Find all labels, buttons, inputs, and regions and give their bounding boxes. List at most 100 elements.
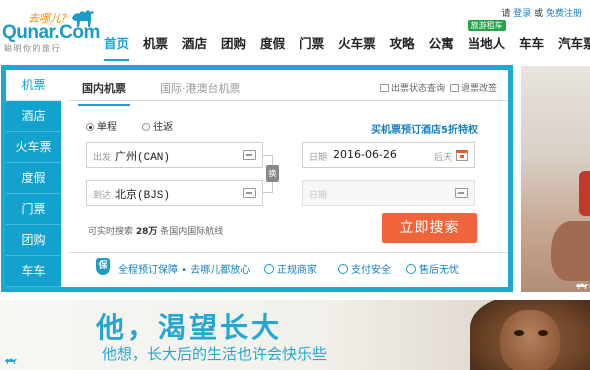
refund-label: 退票改签 <box>461 84 498 94</box>
calendar-icon[interactable] <box>456 150 468 161</box>
nav-item-label: 首页 <box>104 36 130 51</box>
sidebar-item[interactable]: 火车票 <box>6 132 61 163</box>
refund-link[interactable]: 退票改签 <box>450 81 497 94</box>
departure-date-label: 日期 <box>309 153 328 163</box>
route-count-prefix: 可实时搜索 <box>88 227 134 237</box>
nav-item-label: 机票 <box>143 36 169 51</box>
banner-photo <box>470 300 590 370</box>
logo-tagline: 聪明你的旅行 <box>4 44 61 53</box>
ticket-status-label: 出票状态查询 <box>391 84 446 94</box>
nav-item[interactable]: 火车票 <box>338 35 376 57</box>
sidebar-item[interactable]: 车车 <box>6 256 61 287</box>
nav-item-label: 度假 <box>260 36 286 51</box>
nav-item[interactable]: 汽车票 <box>558 35 590 57</box>
service-icon <box>406 264 416 274</box>
top-links-prefix: 请 <box>501 9 511 19</box>
guarantee-bar: 保 全程预订保障 • 去哪儿都放心 正规商家 支付安全 售后无忧 <box>68 252 508 282</box>
nav-badge: 旅游租车 <box>467 20 506 31</box>
sidebar-item[interactable]: 团购 <box>6 225 61 256</box>
guarantee-main-link[interactable]: 全程预订保障 • 去哪儿都放心 <box>118 261 250 276</box>
main-nav: 首页 机票 酒店 团购 度假 门票 火车票 攻略 公寓 当地人 旅游租车车车 汽车票 <box>104 20 590 61</box>
route-count-number: 28万 <box>135 227 158 237</box>
camel-watermark-icon <box>5 358 17 364</box>
register-link[interactable]: 免费注册 <box>546 9 582 19</box>
departure-date-hint: 后天 <box>433 153 452 163</box>
route-count-text: 可实时搜索 28万 条国内国际航线 <box>88 224 223 237</box>
nav-item-label: 当地人 <box>467 36 506 51</box>
document-icon <box>450 84 459 92</box>
banner-subtitle: 他想，长大后的生活也许会快乐些 <box>102 345 328 363</box>
departure-date-field[interactable]: 日期 2016-06-26 后天 <box>302 142 475 168</box>
ticket-status-link[interactable]: 出票状态查询 <box>380 81 445 94</box>
site-header: 去哪儿? Qunar.Com 聪明你的旅行 请 登录 或 免费注册 首页 机票 酒店… <box>0 0 590 61</box>
nav-item[interactable]: 团购 <box>221 35 246 57</box>
camel-watermark-icon <box>576 283 588 289</box>
swap-cities-button[interactable]: 换 <box>266 165 279 182</box>
search-button[interactable]: 立即搜索 <box>382 213 477 243</box>
nav-item[interactable]: 攻略 <box>390 35 415 57</box>
login-link[interactable]: 登录 <box>513 9 531 19</box>
account-links: 请 登录 或 免费注册 <box>501 6 582 19</box>
city-picker-icon[interactable] <box>243 150 256 160</box>
photo-detail <box>579 171 590 216</box>
photo-detail <box>538 330 548 336</box>
qunar-logo[interactable]: 去哪儿? Qunar.Com 聪明你的旅行 <box>2 8 100 53</box>
arrival-city-value: 北京(BJS) <box>115 190 171 202</box>
nav-item-label: 公寓 <box>428 36 454 51</box>
top-links-or: 或 <box>534 9 544 19</box>
nav-item-label: 汽车票 <box>558 36 590 51</box>
sidebar-item[interactable]: 门票 <box>6 194 61 225</box>
photo-detail <box>551 221 590 281</box>
flight-search-widget: 机票 酒店 火车票 度假 门票 团购 车车 国内机票 国际·港澳台机票 出票状态查询 退票改… <box>1 65 513 292</box>
badge-icon <box>264 264 274 274</box>
category-sidebar: 机票 酒店 火车票 度假 门票 团购 车车 <box>6 70 61 287</box>
nav-item[interactable]: 公寓 <box>429 35 454 57</box>
sidebar-item[interactable]: 机票 <box>6 70 61 101</box>
photo-detail <box>500 310 560 370</box>
guarantee-label: 售后无忧 <box>419 265 459 276</box>
guarantee-item[interactable]: 售后无忧 <box>406 261 459 276</box>
tab-international-flights[interactable]: 国际·港澳台机票 <box>160 80 241 96</box>
sidebar-item[interactable]: 酒店 <box>6 101 61 132</box>
nav-item[interactable]: 当地人 旅游租车 <box>467 20 506 57</box>
radio-selected-icon <box>86 123 94 131</box>
arrival-city-field[interactable]: 到达 北京(BJS) <box>86 180 263 206</box>
tab-domestic-flights[interactable]: 国内机票 <box>78 80 130 106</box>
guarantee-item[interactable]: 支付安全 <box>338 261 391 276</box>
nav-item[interactable]: 车车 <box>519 35 544 57</box>
shield-icon: 保 <box>96 258 110 275</box>
photo-detail <box>514 330 524 336</box>
city-picker-icon[interactable] <box>243 188 256 198</box>
nav-item[interactable]: 门票 <box>299 35 324 57</box>
nav-item-label: 门票 <box>299 36 325 51</box>
return-date-field[interactable]: 日期 <box>302 180 475 206</box>
one-way-option[interactable]: 单程 <box>86 122 117 133</box>
nav-item-label: 车车 <box>519 36 545 51</box>
guarantee-item[interactable]: 正规商家 <box>264 261 317 276</box>
nav-item[interactable]: 机票 <box>143 35 168 57</box>
banner-title: 他，渴望长大 <box>96 311 283 344</box>
hotel-promo-link[interactable]: 买机票预订酒店5折特权 <box>371 121 478 136</box>
radio-icon <box>142 123 151 131</box>
guarantee-label: 支付安全 <box>351 265 391 276</box>
nav-item[interactable]: 首页 <box>104 35 130 61</box>
nav-item-label: 攻略 <box>389 36 415 51</box>
logo-wordmark: Qunar.Com <box>2 22 100 43</box>
departure-city-label: 出发 <box>93 153 112 163</box>
nav-item-label: 团购 <box>221 36 247 51</box>
round-trip-label: 往返 <box>153 122 174 133</box>
departure-date-value: 2016-06-26 <box>333 148 397 161</box>
nav-item[interactable]: 酒店 <box>182 35 207 57</box>
calendar-icon[interactable] <box>455 188 468 198</box>
arrival-city-label: 到达 <box>93 191 112 201</box>
round-trip-option[interactable]: 往返 <box>142 122 173 133</box>
sidebar-item[interactable]: 度假 <box>6 163 61 194</box>
flight-tabs: 国内机票 国际·港澳台机票 出票状态查询 退票改签 <box>68 73 508 106</box>
departure-city-field[interactable]: 出发 广州(CAN) <box>86 142 263 168</box>
side-promo-image[interactable] <box>521 66 590 292</box>
nav-item[interactable]: 度假 <box>260 35 285 57</box>
promo-banner[interactable]: 他，渴望长大 他想，长大后的生活也许会快乐些 <box>0 300 590 370</box>
return-date-label: 日期 <box>309 191 328 201</box>
lock-icon <box>380 84 389 92</box>
shield-check-icon <box>338 264 348 274</box>
